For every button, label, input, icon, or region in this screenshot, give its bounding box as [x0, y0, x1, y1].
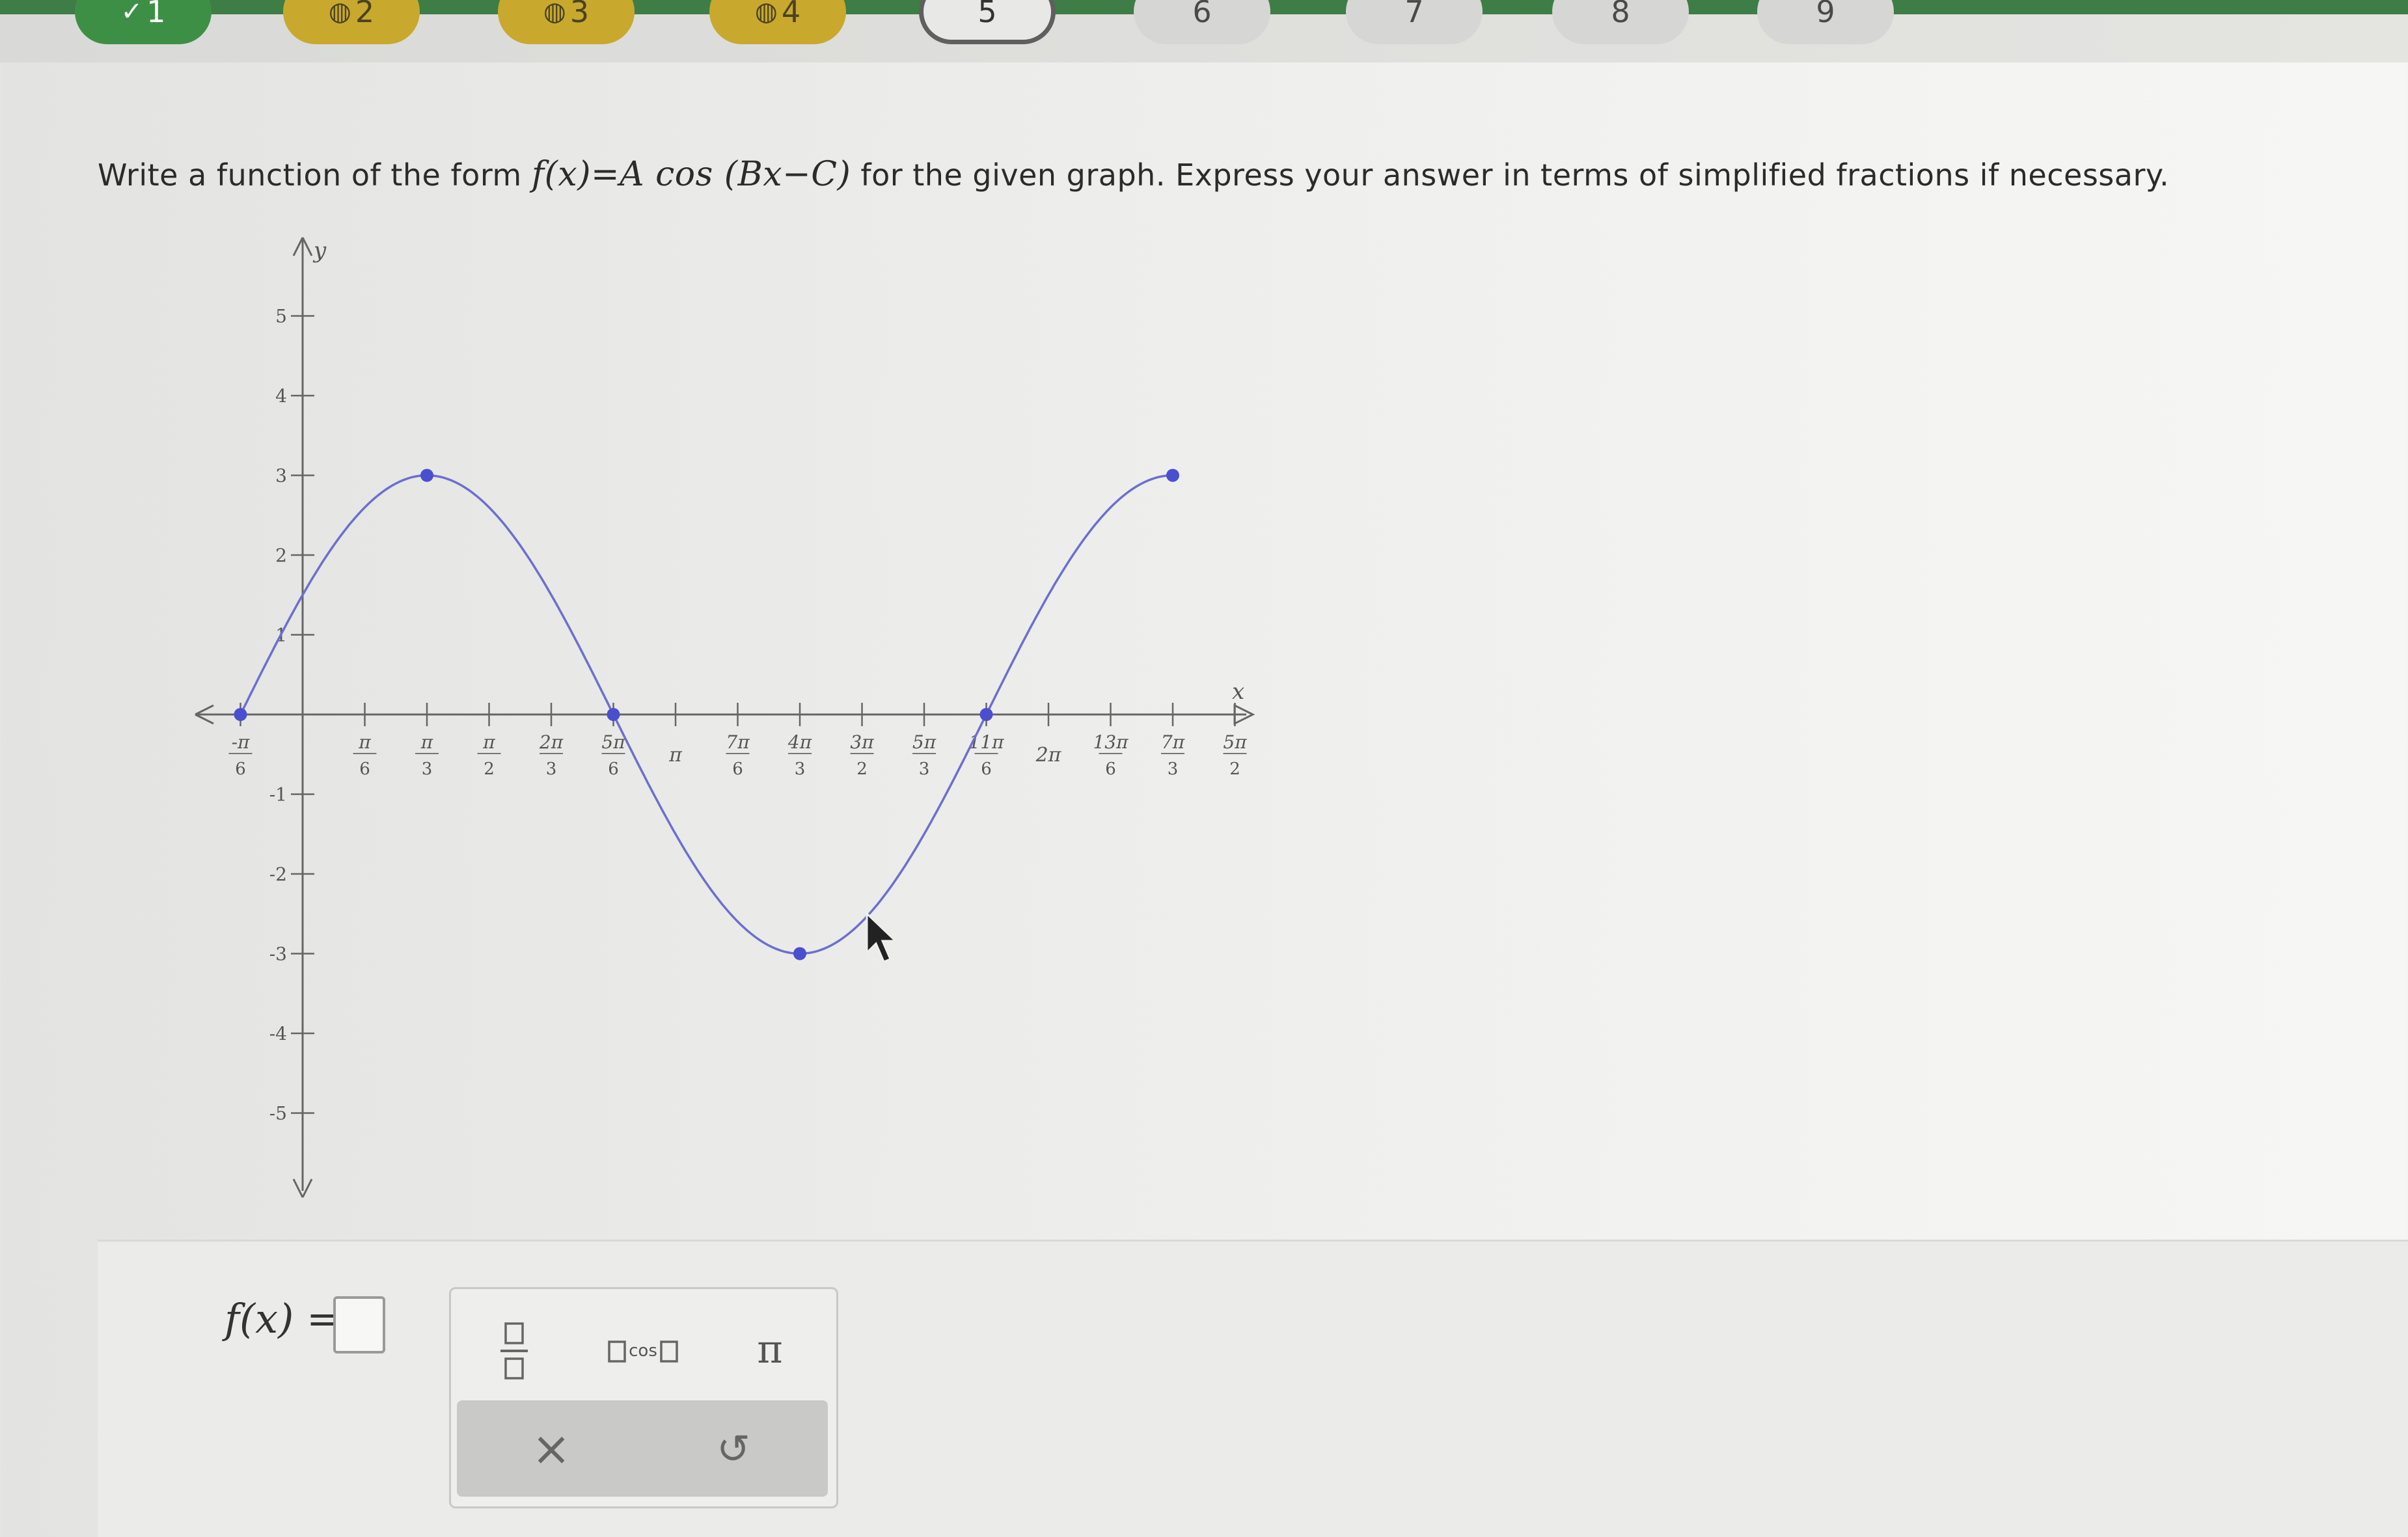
- x-tick-label-numerator: 5π: [1223, 731, 1247, 753]
- key-point: [607, 708, 620, 721]
- box-placeholder-icon: [608, 1340, 626, 1363]
- x-tick-label-numerator: 5π: [912, 731, 937, 753]
- y-tick-label: 5: [275, 306, 287, 327]
- undo-button[interactable]: ↺: [698, 1416, 769, 1481]
- x-tick-label-numerator: π: [482, 731, 495, 753]
- fraction-icon: [500, 1322, 528, 1380]
- y-tick-label: -2: [269, 864, 287, 885]
- x-tick-label-denominator: 2: [1229, 759, 1240, 779]
- y-tick-label: 4: [275, 385, 287, 407]
- answer-label: f(x) =: [225, 1295, 340, 1342]
- key-point: [234, 708, 247, 721]
- x-tick-label-denominator: 3: [919, 759, 930, 779]
- axes: [195, 237, 1255, 1198]
- answer-panel: [98, 1240, 2408, 1537]
- box-placeholder-icon: [660, 1340, 678, 1363]
- x-tick-label-denominator: 2: [484, 759, 495, 779]
- x-tick-label-denominator: 6: [732, 759, 743, 779]
- x-tick-label-denominator: 3: [1168, 759, 1179, 779]
- key-point: [1166, 469, 1179, 482]
- mouse-cursor-icon: [866, 911, 898, 963]
- x-tick-label-numerator: 5π: [601, 731, 625, 753]
- x-tick-label: 2π: [1035, 744, 1062, 767]
- y-tick-label: 3: [275, 465, 287, 487]
- sinusoid-graph: -π6π6π3π22π35π6π7π64π33π25π311π62π13π67π…: [195, 237, 1255, 1198]
- fraction-button[interactable]: [491, 1315, 537, 1387]
- y-tick-label: 2: [275, 545, 287, 566]
- x-tick-label-denominator: 3: [422, 759, 433, 779]
- key-point: [420, 469, 433, 482]
- clear-button[interactable]: ×: [515, 1416, 587, 1481]
- key-point: [979, 708, 993, 721]
- x-tick-label-denominator: 3: [546, 759, 557, 779]
- x-tick-label-numerator: 7π: [1161, 731, 1185, 753]
- y-tick-label: -5: [269, 1103, 287, 1124]
- x-tick-label-denominator: 3: [795, 759, 806, 779]
- y-axis-label: y: [312, 238, 327, 264]
- x-tick-label-denominator: 6: [608, 759, 619, 779]
- x-tick-label-numerator: π: [420, 731, 433, 753]
- x-tick-label-denominator: 2: [856, 759, 868, 779]
- x-tick-label-numerator: 7π: [726, 731, 750, 753]
- x-tick-label-numerator: -π: [232, 731, 250, 753]
- cos-function-button[interactable]: cos: [594, 1322, 692, 1380]
- pi-button[interactable]: π: [744, 1320, 796, 1379]
- x-tick-label: π: [668, 744, 683, 767]
- x-tick-label-denominator: 6: [359, 759, 370, 779]
- x-tick-label-numerator: π: [358, 731, 371, 753]
- x-tick-label-numerator: 13π: [1093, 731, 1129, 753]
- y-tick-label: -4: [269, 1023, 287, 1044]
- key-point: [793, 947, 806, 960]
- answer-input[interactable]: [333, 1296, 385, 1353]
- y-tick-label: -1: [269, 784, 287, 806]
- x-tick-label-numerator: 11π: [968, 731, 1004, 753]
- x-tick-label-denominator: 6: [1105, 759, 1116, 779]
- x-axis-label: x: [1232, 679, 1244, 705]
- x-tick-label-denominator: 6: [981, 759, 992, 779]
- x-tick-label-denominator: 6: [235, 759, 246, 779]
- y-tick-label: -3: [269, 944, 287, 965]
- x-tick-label-numerator: 4π: [787, 731, 812, 753]
- cos-label: cos: [629, 1341, 657, 1361]
- x-tick-label-numerator: 3π: [850, 731, 874, 753]
- palette-actions: × ↺: [457, 1400, 828, 1497]
- x-tick-label-numerator: 2π: [539, 731, 564, 753]
